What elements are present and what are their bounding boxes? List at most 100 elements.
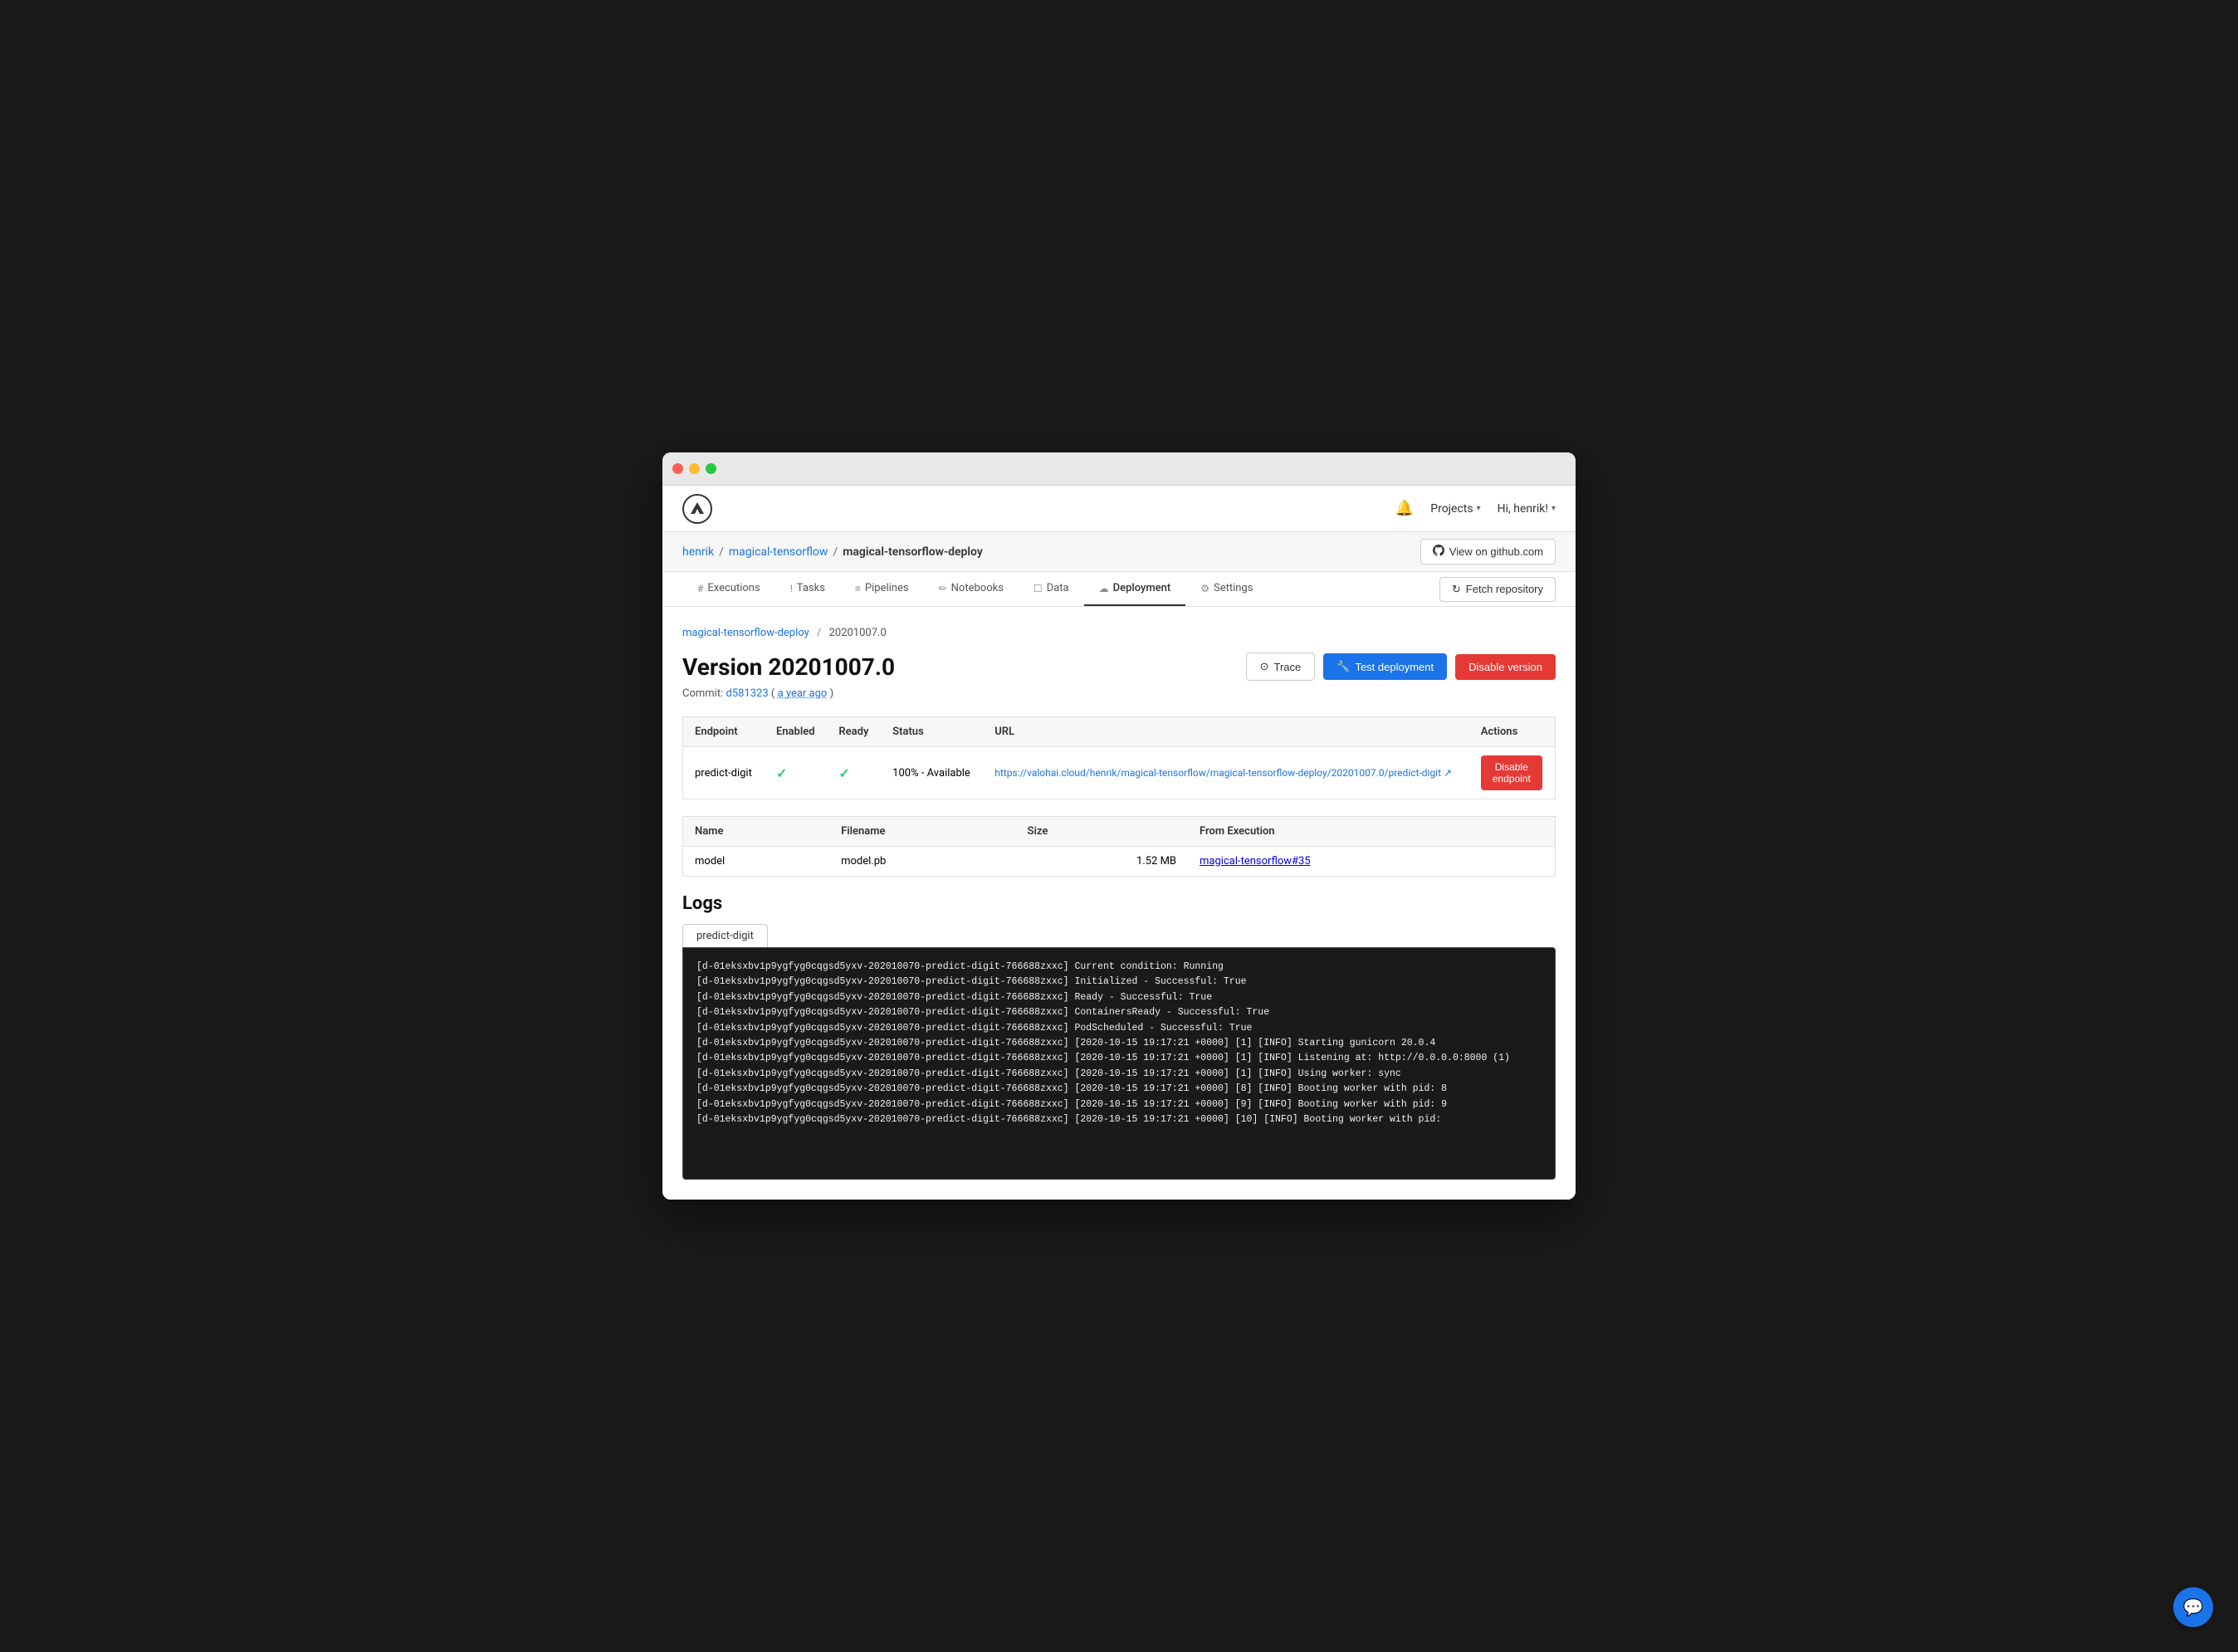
tab-pipelines[interactable]: ≡ Pipelines: [840, 572, 924, 606]
endpoint-col-status: Status: [881, 717, 983, 747]
logs-title: Logs: [682, 893, 1556, 914]
endpoint-col-actions: Actions: [1469, 717, 1556, 747]
commit-hash-link[interactable]: d581323: [726, 687, 768, 700]
breadcrumb-project[interactable]: magical-tensorflow: [729, 545, 828, 559]
breadcrumb: henrik / magical-tensorflow / magical-te…: [682, 545, 983, 559]
disable-version-button[interactable]: Disable version: [1455, 654, 1556, 680]
commit-info: Commit: d581323 ( a year ago ): [682, 687, 1556, 700]
files-table-header-row: Name Filename Size From Execution: [683, 817, 1556, 847]
files-table-head: Name Filename Size From Execution: [683, 817, 1556, 847]
notifications-icon[interactable]: 🔔: [1395, 500, 1414, 517]
files-col-filename: Filename: [829, 817, 1015, 847]
fetch-icon: ↻: [1452, 583, 1461, 596]
log-line: [d-01eksxbv1p9ygfyg0cqgsd5yxv-202010070-…: [696, 990, 1542, 1005]
tab-settings-label: Settings: [1214, 582, 1253, 594]
file-size: 1.52 MB: [1016, 847, 1189, 877]
commit-time[interactable]: a year ago: [778, 687, 828, 700]
table-row: model model.pb 1.52 MB magical-tensorflo…: [683, 847, 1556, 877]
log-line: [d-01eksxbv1p9ygfyg0cqgsd5yxv-202010070-…: [696, 1112, 1542, 1127]
execution-link[interactable]: magical-tensorflow#35: [1200, 855, 1311, 868]
fetch-repository-button[interactable]: ↻ Fetch repository: [1439, 577, 1556, 602]
disable-endpoint-button[interactable]: Disableendpoint: [1481, 755, 1542, 790]
maximize-button[interactable]: [706, 463, 716, 474]
log-line: [d-01eksxbv1p9ygfyg0cqgsd5yxv-202010070-…: [696, 975, 1542, 990]
minimize-button[interactable]: [689, 463, 700, 474]
top-nav-right: 🔔 Projects ▾ Hi, henrik! ▾: [1395, 500, 1556, 517]
data-icon: ☐: [1033, 583, 1043, 594]
endpoint-col-ready: Ready: [827, 717, 881, 747]
tabs: # Executions ! Tasks ≡ Pipelines ✏ Noteb…: [682, 572, 1268, 606]
projects-menu[interactable]: Projects ▾: [1430, 502, 1480, 516]
main-content: magical-tensorflow-deploy / 20201007.0 V…: [662, 607, 1576, 1200]
file-name: model: [683, 847, 830, 877]
tab-executions[interactable]: # Executions: [682, 572, 775, 606]
log-line: [d-01eksxbv1p9ygfyg0cqgsd5yxv-202010070-…: [696, 1005, 1542, 1020]
files-col-size: Size: [1016, 817, 1189, 847]
files-table-body: model model.pb 1.52 MB magical-tensorflo…: [683, 847, 1556, 877]
tasks-icon: !: [790, 583, 793, 594]
tab-data-label: Data: [1047, 582, 1069, 594]
chat-icon: 💬: [2183, 1597, 2204, 1617]
page-breadcrumb: magical-tensorflow-deploy / 20201007.0: [682, 627, 1556, 639]
endpoint-url-link[interactable]: https://valohai.cloud/henrik/magical-ten…: [994, 767, 1452, 779]
page-breadcrumb-link[interactable]: magical-tensorflow-deploy: [682, 627, 809, 639]
endpoint-table-head: Endpoint Enabled Ready Status URL Action…: [683, 717, 1556, 747]
disable-version-label: Disable version: [1468, 661, 1542, 673]
github-btn-label: View on github.com: [1449, 545, 1543, 558]
log-line: [d-01eksxbv1p9ygfyg0cqgsd5yxv-202010070-…: [696, 1051, 1542, 1066]
endpoint-ready: ✓: [827, 747, 881, 799]
endpoint-table-body: predict-digit ✓ ✓ 100% - Available https…: [683, 747, 1556, 799]
tab-settings[interactable]: ⚙ Settings: [1185, 572, 1268, 606]
tabs-bar: # Executions ! Tasks ≡ Pipelines ✏ Noteb…: [662, 572, 1576, 607]
files-col-name: Name: [683, 817, 830, 847]
test-icon: 🔧: [1336, 660, 1350, 673]
breadcrumb-user[interactable]: henrik: [682, 545, 714, 559]
logs-section: Logs predict-digit [d-01eksxbv1p9ygfyg0c…: [682, 893, 1556, 1180]
close-button[interactable]: [672, 463, 683, 474]
page-content: 🔔 Projects ▾ Hi, henrik! ▾ henrik / magi…: [662, 486, 1576, 1200]
tab-deployment-label: Deployment: [1113, 582, 1171, 594]
logo-area: [682, 494, 712, 524]
trace-btn-label: Trace: [1274, 661, 1302, 673]
tab-data[interactable]: ☐ Data: [1019, 572, 1084, 606]
endpoint-col-endpoint: Endpoint: [683, 717, 765, 747]
log-line: [d-01eksxbv1p9ygfyg0cqgsd5yxv-202010070-…: [696, 1097, 1542, 1112]
log-line: [d-01eksxbv1p9ygfyg0cqgsd5yxv-202010070-…: [696, 960, 1542, 975]
endpoint-table: Endpoint Enabled Ready Status URL Action…: [682, 716, 1556, 799]
logo-icon: [682, 494, 712, 524]
endpoint-url-cell: https://valohai.cloud/henrik/magical-ten…: [983, 747, 1469, 799]
commit-label: Commit:: [682, 687, 723, 700]
file-filename: model.pb: [829, 847, 1015, 877]
endpoint-status: 100% - Available: [881, 747, 983, 799]
deployment-icon: ☁: [1099, 583, 1109, 594]
logs-tab[interactable]: predict-digit: [682, 924, 768, 947]
fetch-btn-label: Fetch repository: [1466, 583, 1543, 595]
breadcrumb-repo: magical-tensorflow-deploy: [843, 545, 983, 559]
files-table: Name Filename Size From Execution model …: [682, 816, 1556, 877]
tab-tasks[interactable]: ! Tasks: [775, 572, 840, 606]
github-button[interactable]: View on github.com: [1420, 539, 1556, 565]
endpoint-enabled: ✓: [765, 747, 827, 799]
test-deployment-button[interactable]: 🔧 Test deployment: [1323, 653, 1447, 680]
version-header: Version 20201007.0 ⊙ Trace 🔧 Test deploy…: [682, 652, 1556, 681]
trace-button[interactable]: ⊙ Trace: [1246, 652, 1316, 681]
test-btn-label: Test deployment: [1355, 661, 1434, 673]
trace-icon: ⊙: [1260, 660, 1269, 673]
top-nav: 🔔 Projects ▾ Hi, henrik! ▾: [662, 486, 1576, 532]
page-breadcrumb-current: 20201007.0: [829, 627, 887, 639]
logs-terminal: [d-01eksxbv1p9ygfyg0cqgsd5yxv-202010070-…: [682, 947, 1556, 1180]
breadcrumb-sep-2: /: [833, 545, 838, 559]
endpoint-col-url: URL: [983, 717, 1469, 747]
notebooks-icon: ✏: [939, 583, 947, 594]
user-menu[interactable]: Hi, henrik! ▾: [1498, 502, 1556, 516]
tab-notebooks[interactable]: ✏ Notebooks: [924, 572, 1019, 606]
tab-deployment[interactable]: ☁ Deployment: [1084, 572, 1186, 606]
endpoint-name: predict-digit: [683, 747, 765, 799]
user-chevron-icon: ▾: [1551, 504, 1556, 513]
tab-pipelines-label: Pipelines: [865, 582, 909, 594]
tab-notebooks-label: Notebooks: [951, 582, 1004, 594]
chat-bubble-button[interactable]: 💬: [2173, 1587, 2213, 1627]
enabled-checkmark-icon: ✓: [776, 765, 787, 781]
breadcrumb-bar: henrik / magical-tensorflow / magical-te…: [662, 532, 1576, 572]
log-line: [d-01eksxbv1p9ygfyg0cqgsd5yxv-202010070-…: [696, 1036, 1542, 1051]
